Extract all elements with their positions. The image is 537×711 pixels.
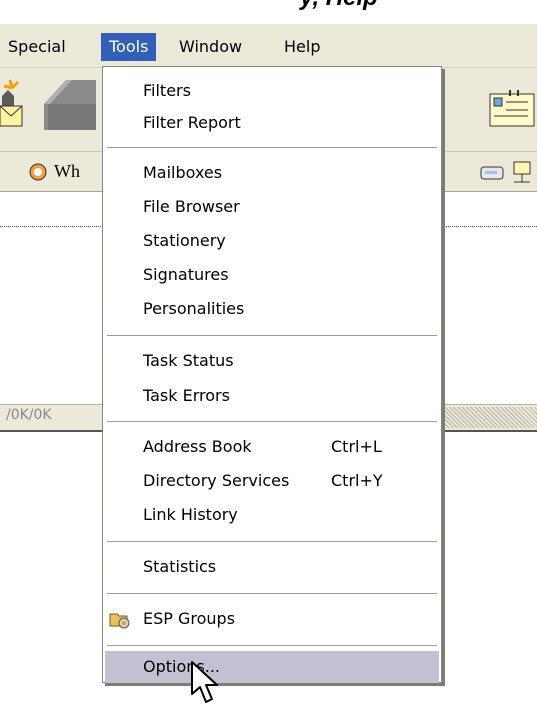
menu-item-filter-report[interactable]: Filter Report [105,107,439,139]
menu-item-label: Link History [143,505,238,524]
menu-separator [107,147,437,148]
shortcut-label: Ctrl+L [331,437,382,456]
menu-item-label: Signatures [143,265,229,284]
menu-item-task-errors[interactable]: Task Errors [105,380,439,412]
menu-item-label: Task Status [143,351,234,370]
menu-help[interactable]: Help [276,33,328,61]
menu-item-stationery[interactable]: Stationery [105,225,439,257]
mouse-cursor-icon [191,661,218,703]
menu-item-label: Filters [143,81,191,100]
address-book-icon[interactable] [488,88,537,130]
menu-item-label: Statistics [143,557,217,576]
title-bar: y, Help [0,0,537,24]
menu-item-address-book[interactable]: Address Book Ctrl+L [105,431,439,463]
menu-tools[interactable]: Tools [101,33,157,61]
menu-item-personalities[interactable]: Personalities [105,293,439,325]
menu-item-label: ESP Groups [143,609,236,628]
menu-item-statistics[interactable]: Statistics [105,551,439,583]
status-text: /0K/0K [6,407,52,423]
menu-item-esp-groups[interactable]: ESP Groups [105,603,439,635]
menu-item-label: Mailboxes [143,163,223,182]
tools-menu: Filters Filter Report Mailboxes File Bro… [102,66,442,683]
menu-item-filters[interactable]: Filters [105,75,439,107]
menu-item-options[interactable]: Options... [105,651,439,683]
menu-special[interactable]: Special [0,33,74,61]
network-icon[interactable] [510,160,534,184]
mailbox-icon[interactable] [36,74,100,136]
menu-window[interactable]: Window [171,33,250,61]
menu-item-file-browser[interactable]: File Browser [105,191,439,223]
menu-item-label: File Browser [143,197,240,216]
menu-separator [107,421,437,422]
menu-item-label: Address Book [143,437,252,456]
resize-grip[interactable] [440,407,537,428]
esp-groups-icon [109,613,130,629]
menu-item-mailboxes[interactable]: Mailboxes [105,157,439,189]
menu-item-label: Personalities [143,299,245,318]
menu-item-signatures[interactable]: Signatures [105,259,439,291]
menu-item-label: Task Errors [143,386,230,405]
shortcut-label: Ctrl+Y [331,471,383,490]
menu-item-directory-services[interactable]: Directory Services Ctrl+Y [105,465,439,497]
drive-icon[interactable] [480,164,504,182]
window-title: y, Help [300,0,378,12]
menu-bar: Special Tools Window Help [0,24,537,68]
personality-icon [29,163,47,181]
new-message-icon[interactable] [0,76,30,136]
menu-item-label: Stationery [143,231,226,250]
menu-item-label: Filter Report [143,113,241,132]
menu-separator [107,541,437,542]
menu-item-link-history[interactable]: Link History [105,499,439,531]
menu-separator [107,593,437,594]
menu-item-task-status[interactable]: Task Status [105,345,439,377]
menu-separator [107,335,437,336]
menu-separator [107,645,437,646]
personality-label[interactable]: Wh [54,161,80,182]
menu-item-label: Directory Services [143,471,290,490]
